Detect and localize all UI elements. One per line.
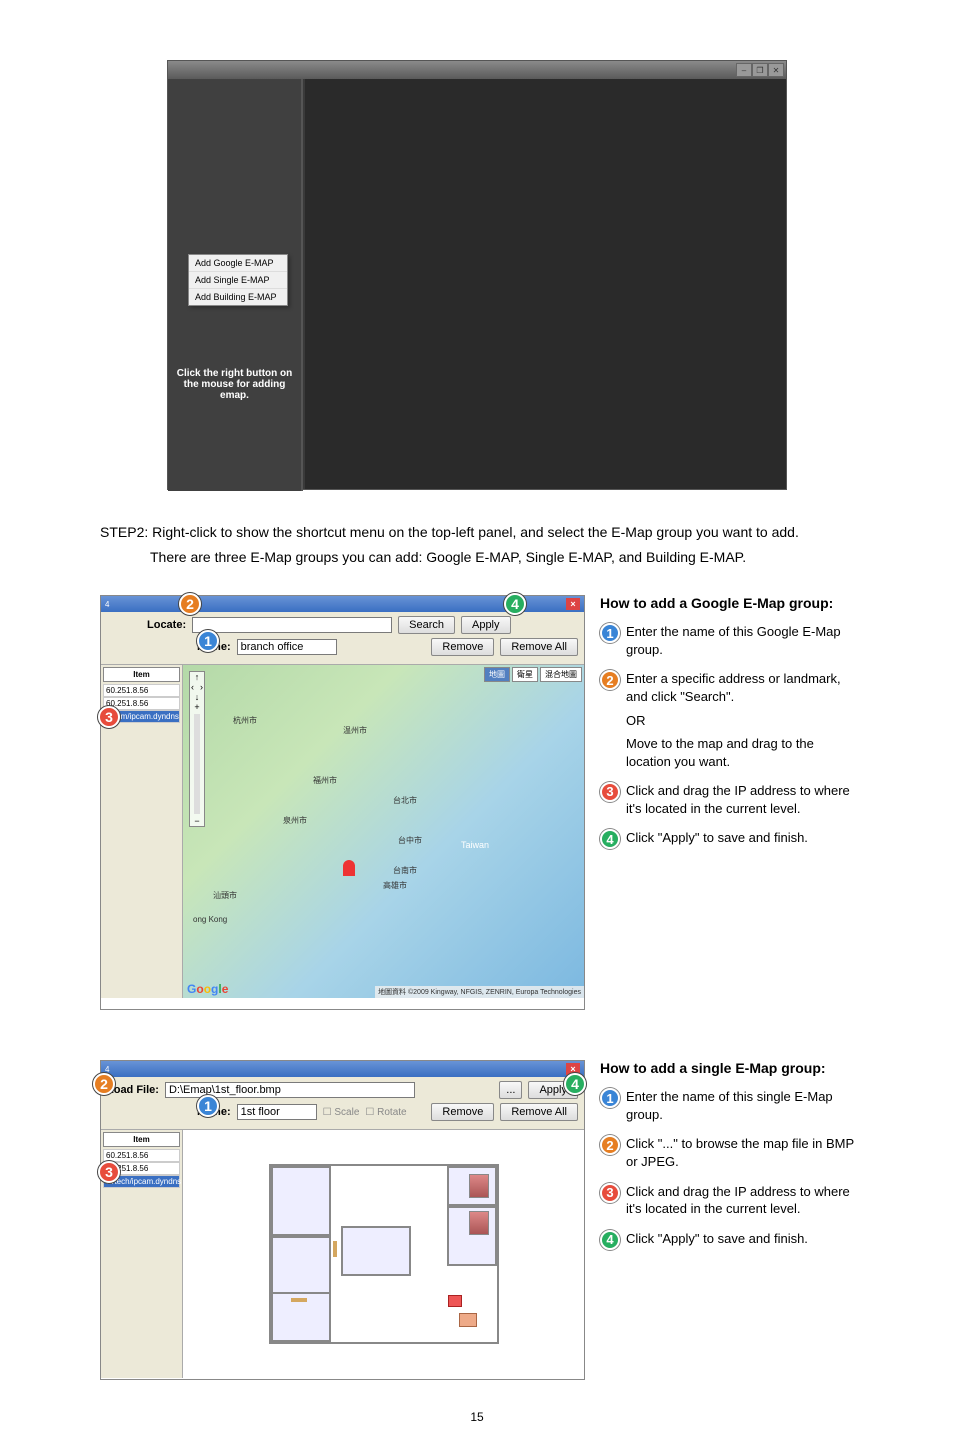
google-logo: Google [187, 982, 228, 996]
step-badge-4: 4 [600, 1230, 620, 1250]
step2-caption: STEP2: Right-click to show the shortcut … [100, 520, 854, 570]
name-input[interactable] [237, 639, 337, 655]
step-badge-3: 3 [600, 1183, 620, 1203]
single-instructions: How to add a single E-Map group: 1 Enter… [600, 1060, 854, 1261]
placed-item-icon [459, 1313, 477, 1327]
step-text: Enter the name of this Google E-Map grou… [626, 623, 854, 658]
close-icon[interactable]: ✕ [768, 63, 784, 77]
list-item[interactable]: 60.251.8.56 [103, 1149, 180, 1162]
step-badge-4: 4 [600, 829, 620, 849]
step-badge-1: 1 [600, 1088, 620, 1108]
step-text: Click and drag the IP address to where i… [626, 1183, 854, 1218]
taiwan-label: Taiwan [461, 840, 489, 850]
step-badge-2: 2 [600, 670, 620, 690]
building-icon [469, 1174, 489, 1198]
apply-button[interactable]: Apply [461, 616, 511, 634]
search-button[interactable]: Search [398, 616, 455, 634]
step-text: Enter a specific address or landmark, an… [626, 670, 854, 770]
instructions-title: How to add a Google E-Map group: [600, 595, 854, 611]
single-emap-dialog: 2 4 1 3 4 × Load File: ... Apply Name: ☐… [100, 1060, 585, 1380]
remove-all-button[interactable]: Remove All [500, 638, 578, 656]
step-text: Click and drag the IP address to where i… [626, 782, 854, 817]
menu-add-single[interactable]: Add Single E-MAP [189, 272, 287, 289]
context-menu: Add Google E-MAP Add Single E-MAP Add Bu… [188, 254, 288, 306]
close-icon[interactable]: × [566, 598, 580, 610]
step-badge-1: 1 [600, 623, 620, 643]
locate-label: Locate: [147, 619, 186, 631]
map-mode-hybrid[interactable]: 混合地圖 [540, 667, 582, 682]
right-panel [305, 79, 786, 489]
google-instructions: How to add a Google E-Map group: 1 Enter… [600, 595, 854, 861]
menu-add-google[interactable]: Add Google E-MAP [189, 255, 287, 272]
page-number: 15 [40, 1410, 914, 1424]
hint-text: Click the right button on the mouse for … [173, 368, 296, 401]
camera-icon[interactable] [448, 1295, 462, 1307]
building-icon [469, 1211, 489, 1235]
title-bar: – ❐ ✕ [168, 61, 786, 79]
step-text: Click "Apply" to save and finish. [626, 1230, 808, 1250]
emap-empty-window: – ❐ ✕ Add Google E-MAP Add Single E-MAP … [167, 60, 787, 490]
browse-button[interactable]: ... [499, 1081, 522, 1099]
map-mode-satellite[interactable]: 衛星 [512, 667, 538, 682]
map-marker-icon[interactable] [343, 860, 355, 876]
map-mode-map[interactable]: 地圖 [484, 667, 510, 682]
item-header: Item [103, 667, 180, 682]
list-item[interactable]: 60.251.8.56 [103, 684, 180, 697]
title-num: 4 [105, 600, 109, 609]
step-text: Enter the name of this single E-Map grou… [626, 1088, 854, 1123]
instructions-title: How to add a single E-Map group: [600, 1060, 854, 1076]
step-badge-3: 3 [600, 782, 620, 802]
name-input[interactable] [237, 1104, 317, 1120]
google-map[interactable]: 地圖 衛星 混合地圖 ↑ ‹› ↓ + − Taiwan 杭州市 温州市 福州市… [183, 665, 584, 998]
remove-button[interactable]: Remove [431, 1103, 494, 1121]
remove-all-button[interactable]: Remove All [500, 1103, 578, 1121]
map-attribution: 地圖資料 ©2009 Kingway, NFGIS, ZENRIN, Europ… [375, 986, 584, 998]
toolbar: Locate: Search Apply Name: Remove Remove… [101, 612, 584, 665]
minimize-icon[interactable]: – [736, 63, 752, 77]
dialog-titlebar: 4 × [101, 1061, 584, 1077]
step-badge-2: 2 [600, 1135, 620, 1155]
maximize-icon[interactable]: ❐ [752, 63, 768, 77]
step-text: Click "Apply" to save and finish. [626, 829, 808, 849]
zoom-control[interactable]: ↑ ‹› ↓ + − [189, 671, 205, 827]
step-text: Click "..." to browse the map file in BM… [626, 1135, 854, 1170]
floorplan-image [269, 1164, 499, 1344]
locate-input[interactable] [192, 617, 392, 633]
floorplan-area[interactable] [183, 1130, 584, 1378]
google-emap-dialog: 2 4 1 3 4 × Locate: Search Apply Name: R… [100, 595, 585, 1010]
left-panel[interactable]: Add Google E-MAP Add Single E-MAP Add Bu… [168, 79, 303, 491]
menu-add-building[interactable]: Add Building E-MAP [189, 289, 287, 305]
remove-button[interactable]: Remove [431, 638, 494, 656]
item-header: Item [103, 1132, 180, 1147]
toolbar: Load File: ... Apply Name: ☐ Scale ☐ Rot… [101, 1077, 584, 1130]
